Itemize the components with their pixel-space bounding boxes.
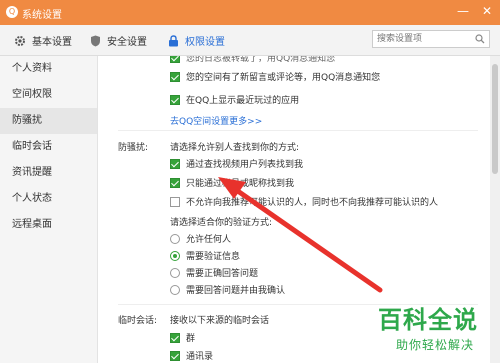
baike-watermark: 百科全说 助你轻松解决 — [368, 300, 496, 360]
watermark-subtitle: 助你轻松解决 — [396, 338, 475, 352]
watermark-title: 百科全说 — [378, 306, 478, 334]
